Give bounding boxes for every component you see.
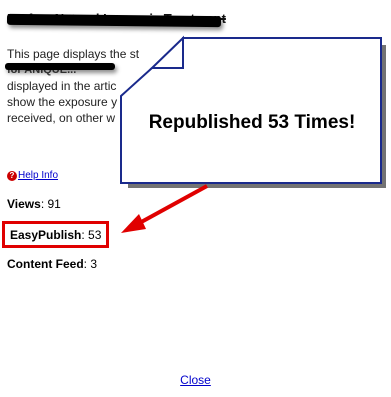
- views-stat: Views: 91: [7, 197, 61, 211]
- title-redaction: [6, 13, 222, 28]
- easypublish-stat: EasyPublish: 53: [2, 221, 110, 248]
- content-feed-label: Content Feed: [7, 257, 84, 271]
- help-info-label[interactable]: Help Info: [18, 170, 58, 181]
- content-feed-stat: Content Feed: 3: [7, 257, 97, 271]
- description-line: show the exposure y: [7, 95, 118, 109]
- views-value: : 91: [40, 197, 61, 211]
- help-info-link[interactable]: ? Help Info: [7, 170, 58, 181]
- stats-panel: Perfect Natural Insomnia Treatment This …: [0, 0, 391, 397]
- close-link[interactable]: Close: [0, 373, 391, 387]
- callout-text: Republished 53 Times!: [148, 112, 356, 133]
- arrow-shaft: [133, 184, 208, 228]
- question-icon: ?: [7, 170, 17, 181]
- description-redaction: [5, 63, 115, 70]
- easypublish-value: : 53: [81, 228, 102, 242]
- easypublish-label: EasyPublish: [10, 228, 82, 242]
- close-label[interactable]: Close: [180, 373, 211, 387]
- arrow-head: [121, 214, 146, 233]
- content-feed-value: : 3: [83, 257, 98, 271]
- description-line: displayed in the artic: [7, 79, 117, 93]
- description-line: This page displays the st: [7, 47, 140, 61]
- views-label: Views: [7, 197, 41, 211]
